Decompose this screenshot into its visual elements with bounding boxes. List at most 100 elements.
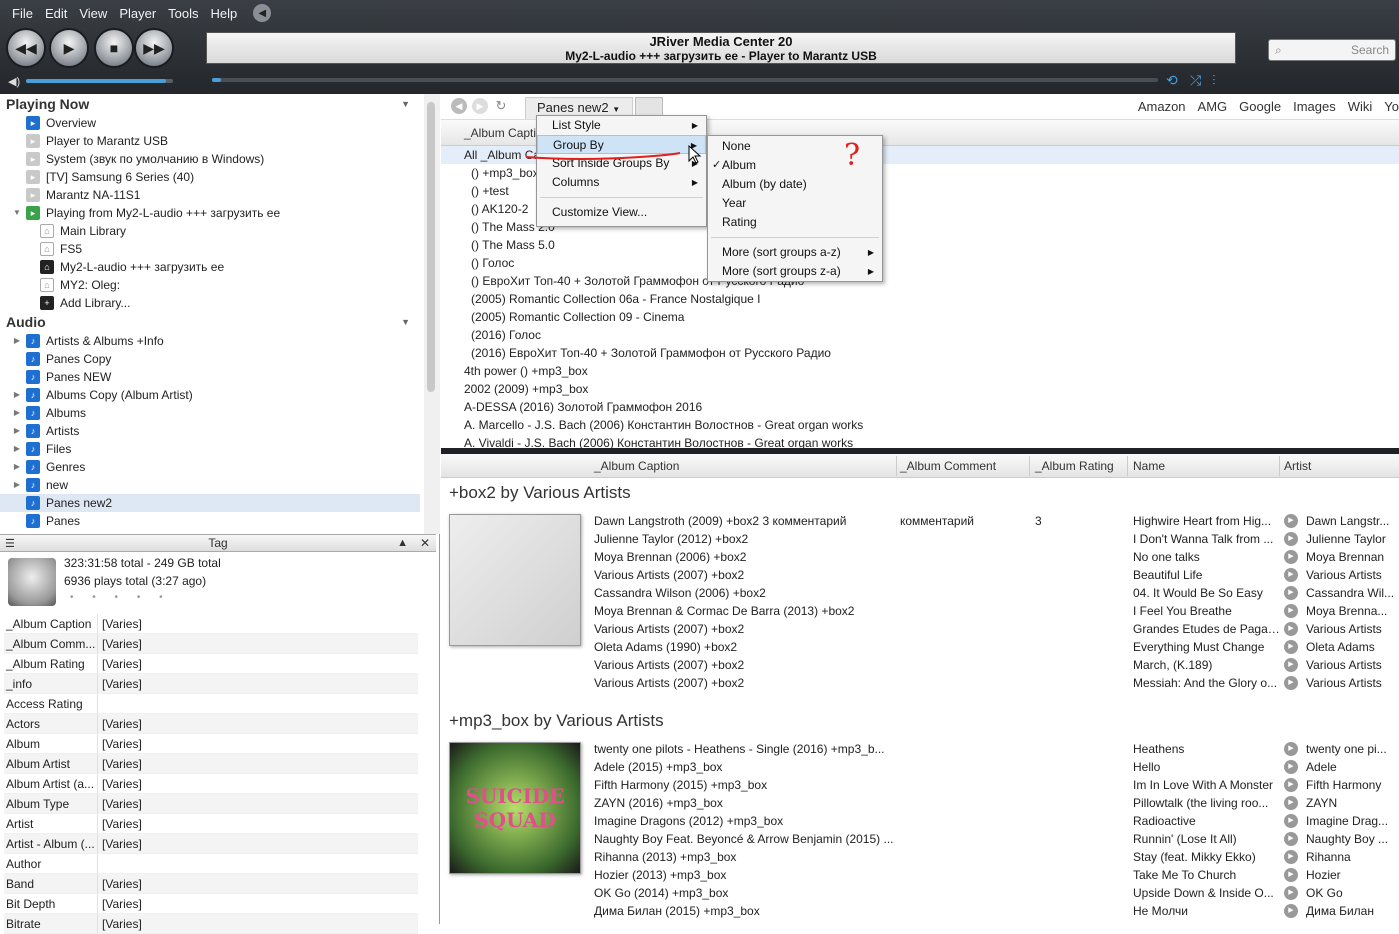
stop-icon[interactable]: ■ (94, 28, 134, 68)
tree-item[interactable]: ♪ Panes Copy (0, 350, 420, 368)
tag-property-row[interactable]: Album [Varies] (4, 734, 418, 754)
equalizer-icon[interactable]: ⫶ (1212, 72, 1216, 89)
menu-edit[interactable]: Edit (39, 6, 73, 21)
tree-item[interactable]: ⌂ My2-L-audio +++ загрузить ее (0, 258, 420, 276)
play-icon[interactable]: ▶ (1284, 658, 1298, 672)
expand-icon[interactable]: ▶ (12, 404, 22, 422)
tag-property-row[interactable]: Artist [Varies] (4, 814, 418, 834)
rating-stars[interactable]: • • • • • (70, 592, 171, 603)
play-icon[interactable]: ▶ (1284, 796, 1298, 810)
tag-property-row[interactable]: Bit Depth [Varies] (4, 894, 418, 914)
tree-item[interactable]: ▶ ♪ Genres (0, 458, 420, 476)
play-icon[interactable]: ▶ (1284, 532, 1298, 546)
close-icon[interactable]: ✕ (420, 535, 430, 551)
play-icon[interactable]: ▶ (1284, 550, 1298, 564)
play-icon[interactable]: ▶ (1284, 778, 1298, 792)
caption-row[interactable]: A. Marcello - J.S. Bach (2006) Константи… (441, 416, 1399, 434)
col-album-caption[interactable]: _Album Caption (594, 459, 679, 473)
tree-item[interactable]: ⌂ Main Library (0, 222, 420, 240)
tag-property-value[interactable]: [Varies] (98, 774, 142, 793)
tag-property-value[interactable]: [Varies] (98, 734, 142, 753)
tag-property-value[interactable] (98, 854, 102, 873)
seek-bar[interactable] (212, 78, 1158, 82)
menu-item-album-by-date[interactable]: Album (by date) (708, 175, 882, 194)
menu-help[interactable]: Help (205, 6, 244, 21)
expand-icon[interactable]: ▶ (12, 476, 22, 494)
list-icon[interactable]: ☰ (5, 536, 15, 552)
table-row[interactable]: Various Artists (2007) +box2 Grandes Etud… (594, 620, 1399, 638)
link-images[interactable]: Images (1293, 99, 1336, 114)
table-row[interactable]: ZAYN (2016) +mp3_box Pillowtalk (the livi… (594, 794, 1399, 812)
group-title[interactable]: +mp3_box by Various Artists (441, 706, 1399, 736)
play-icon[interactable]: ▶ (1284, 886, 1298, 900)
play-icon[interactable]: ▶ (1284, 814, 1298, 828)
tag-property-value[interactable]: [Varies] (98, 794, 142, 813)
tree-item-selected[interactable]: ♪ Panes new2 (0, 494, 420, 512)
caption-row[interactable]: A. Vivaldi - J.S. Bach (2006) Константин… (441, 434, 1399, 448)
table-row[interactable]: Naughty Boy Feat. Beyoncé & Arrow Benjam… (594, 830, 1399, 848)
search-box[interactable]: ⌕ Search (1268, 39, 1396, 61)
add-view-tab[interactable] (635, 97, 663, 117)
play-icon[interactable]: ▶ (1284, 568, 1298, 582)
tree-item[interactable]: ▶ ♪ Files (0, 440, 420, 458)
table-row[interactable]: Cassandra Wilson (2006) +box2 04. It Woul… (594, 584, 1399, 602)
menu-item-year[interactable]: Year (708, 194, 882, 213)
link-youtube[interactable]: Yo (1384, 99, 1399, 114)
speaker-icon[interactable]: ◀) (8, 75, 20, 88)
tag-property-value[interactable]: [Varies] (98, 874, 142, 893)
tag-property-value[interactable]: [Varies] (98, 614, 142, 633)
caption-row[interactable]: (2005) Romantic Collection 09 - Cinema (441, 308, 1399, 326)
tag-property-row[interactable]: _Album Caption [Varies] (4, 614, 418, 634)
menu-item-more-z-a[interactable]: More (sort groups z-a) ▶ (708, 262, 882, 281)
tag-property-row[interactable]: _Album Rating [Varies] (4, 654, 418, 674)
table-row[interactable]: Various Artists (2007) +box2 Messiah: And… (594, 674, 1399, 692)
refresh-icon[interactable]: ↻ (493, 98, 509, 114)
expand-icon[interactable]: ▶ (12, 440, 22, 458)
tag-property-row[interactable]: _Album Comm... [Varies] (4, 634, 418, 654)
menu-item-more-a-z[interactable]: More (sort groups a-z) ▶ (708, 243, 882, 262)
tree-header-audio[interactable]: Audio ▼ (0, 312, 420, 332)
tree-item[interactable]: ▶ ♪ new (0, 476, 420, 494)
play-icon[interactable]: ▶ (1284, 622, 1298, 636)
table-row[interactable]: Oleta Adams (1990) +box2 Everything Must … (594, 638, 1399, 656)
table-row[interactable]: Dawn Langstroth (2009) +box2 3 комментар… (594, 512, 1399, 530)
tree-item[interactable]: ▶ ♪ Artists & Albums +Info (0, 332, 420, 350)
tag-property-value[interactable]: [Varies] (98, 814, 142, 833)
table-row[interactable]: Moya Brennan & Cormac De Barra (2013) +b… (594, 602, 1399, 620)
tree-item[interactable]: ▸ Marantz NA-11S1 (0, 186, 420, 204)
tag-property-value[interactable]: [Varies] (98, 714, 142, 733)
table-row[interactable]: Various Artists (2007) +box2 March, (K.18… (594, 656, 1399, 674)
scrollbar-thumb[interactable] (427, 102, 435, 392)
expand-icon[interactable]: ▶ (12, 422, 22, 440)
tag-property-row[interactable]: Artist - Album (... [Varies] (4, 834, 418, 854)
tag-property-row[interactable]: _info [Varies] (4, 674, 418, 694)
table-row[interactable]: Fifth Harmony (2015) +mp3_box Im In Love … (594, 776, 1399, 794)
play-icon[interactable]: ▶ (1284, 742, 1298, 756)
rewind-icon[interactable]: ◀◀ (6, 28, 46, 68)
tag-property-value[interactable]: [Varies] (98, 834, 142, 853)
tag-property-value[interactable]: [Varies] (98, 754, 142, 773)
tree-scrollbar[interactable] (424, 94, 440, 534)
repeat-icon[interactable]: ⟲ (1166, 72, 1178, 89)
link-google[interactable]: Google (1239, 99, 1281, 114)
link-amazon[interactable]: Amazon (1138, 99, 1186, 114)
menu-item-album[interactable]: ✓ Album (708, 156, 882, 175)
link-amg[interactable]: AMG (1198, 99, 1228, 114)
menu-view[interactable]: View (73, 6, 113, 21)
play-icon[interactable]: ▶ (1284, 676, 1298, 690)
table-row[interactable]: Rihanna (2013) +mp3_box Stay (feat. Mikky… (594, 848, 1399, 866)
tree-item[interactable]: ▶ ♪ Albums Copy (Album Artist) (0, 386, 420, 404)
volume-control[interactable]: ◀) (8, 74, 173, 88)
menu-item-rating[interactable]: Rating (708, 213, 882, 232)
tree-item[interactable]: ▸ Player to Marantz USB (0, 132, 420, 150)
table-row[interactable]: Hozier (2013) +mp3_box Take Me To Church ▶… (594, 866, 1399, 884)
fast-forward-icon[interactable]: ▶▶ (134, 28, 174, 68)
tag-property-row[interactable]: Album Artist [Varies] (4, 754, 418, 774)
caption-row[interactable]: (2016) Голос (441, 326, 1399, 344)
tag-property-value[interactable]: [Varies] (98, 894, 142, 913)
menu-item-group-by[interactable]: Group By ▶ (537, 135, 706, 154)
tag-property-row[interactable]: Access Rating (4, 694, 418, 714)
menu-item-columns[interactable]: Columns ▶ (537, 173, 706, 192)
volume-slider[interactable] (26, 79, 173, 83)
tag-property-row[interactable]: Album Type [Varies] (4, 794, 418, 814)
